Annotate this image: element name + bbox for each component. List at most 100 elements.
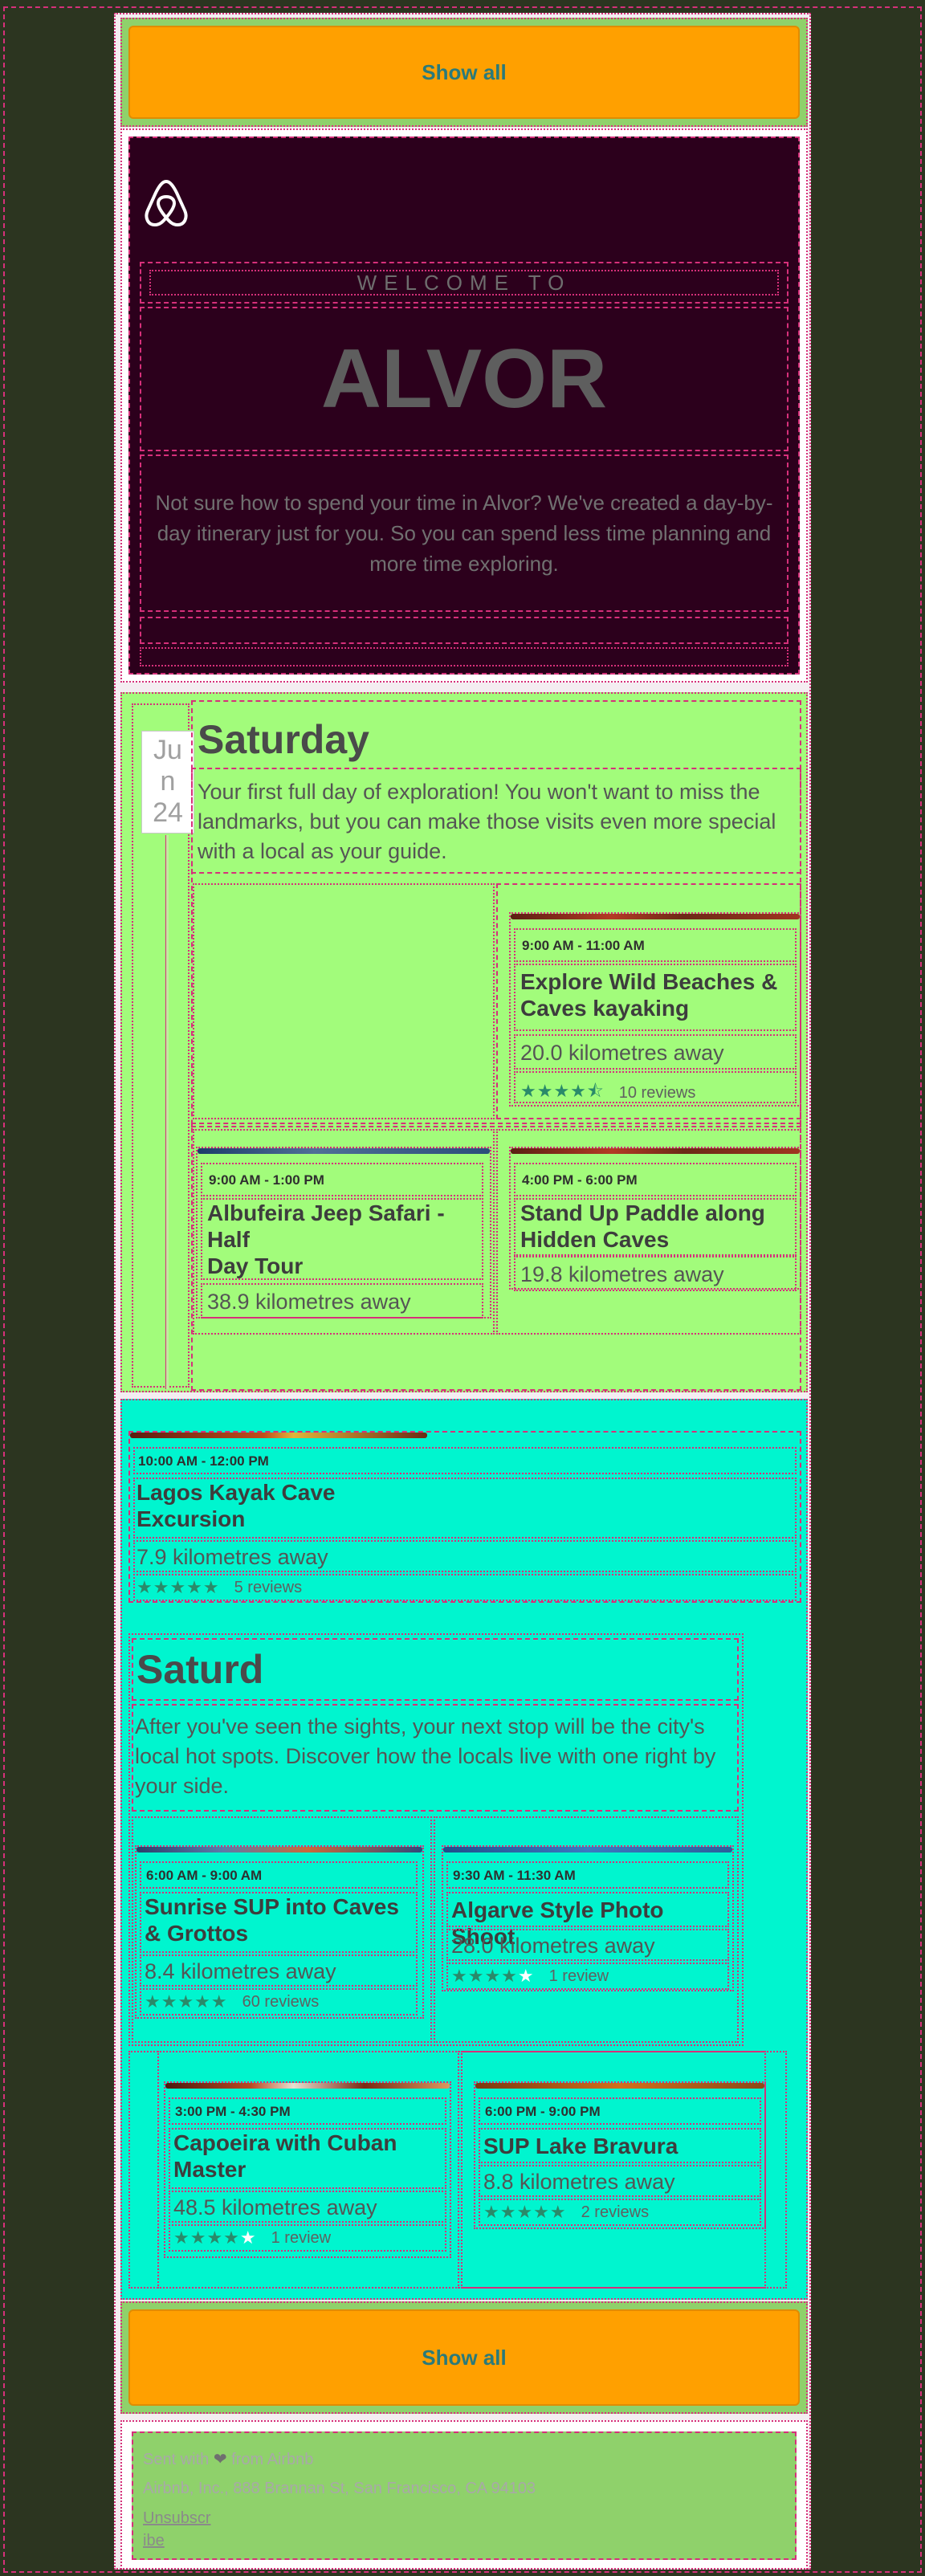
activity-name: Stand Up Paddle along Hidden Caves — [520, 1200, 765, 1252]
day-title: Saturday — [198, 717, 369, 762]
activity-photo — [198, 1148, 490, 1154]
activity-time: 6:00 AM - 9:00 AM — [146, 1868, 263, 1883]
activity-photo — [475, 2083, 764, 2089]
activity-photo — [511, 1148, 800, 1154]
star-rating-icon: ★★★★★ — [173, 2228, 257, 2248]
activity-time: 3:00 PM - 4:30 PM — [175, 2104, 291, 2119]
unsubscribe-line[interactable]: Unsubscr — [143, 2509, 210, 2527]
star-rating-icon: ★★★★★ — [137, 1577, 220, 1597]
activity-rating: ★★★★★ 60 reviews — [145, 1991, 319, 2012]
unsubscribe-link[interactable]: Unsubscr ibe — [143, 2507, 210, 2552]
activity-distance: 8.8 kilometres away — [483, 2170, 675, 2194]
day-description: Your first full day of exploration! You … — [198, 780, 776, 863]
top-button-section: Show all — [120, 18, 808, 127]
activity-card[interactable]: 9:30 AM - 11:30 AM Algarve Style Photo S… — [442, 1845, 734, 1991]
star-rating-icon: ★★★★★ — [145, 1991, 228, 2011]
activity-card[interactable]: 3:00 PM - 4:30 PM Capoeira with Cuban Ma… — [164, 2081, 451, 2258]
activity-name: Sunrise SUP into Caves & Grottos — [145, 1894, 399, 1946]
day-description: After you've seen the sights, your next … — [135, 1714, 716, 1798]
activity-distance: 20.0 kilometres away — [520, 1041, 724, 1065]
date-day: 24 — [153, 797, 183, 828]
hero-spacer — [140, 617, 788, 644]
company-address: Airbnb, Inc., 888 Brannan St, San Franci… — [143, 2480, 536, 2497]
activity-time: 9:00 AM - 11:00 AM — [522, 938, 645, 953]
date-column: Ju n 24 — [132, 703, 194, 1389]
activity-card[interactable]: 9:00 AM - 11:00 AM Explore Wild Beaches … — [509, 912, 801, 1107]
hero-spacer-bottom — [140, 647, 788, 666]
review-count: 1 review — [271, 2228, 332, 2247]
welcome-row: WELCOME TO — [140, 262, 788, 304]
heart-icon: ❤ — [213, 2451, 227, 2468]
activity-distance: 7.9 kilometres away — [137, 1545, 328, 1569]
activity-distance: 48.5 kilometres away — [173, 2195, 377, 2219]
activity-name: Lagos Kayak Cave Excursion — [137, 1479, 538, 1532]
review-count: 5 reviews — [234, 1578, 303, 1596]
bottom-button-section: Show all — [120, 2301, 808, 2414]
activity-name: Explore Wild Beaches & Caves kayaking — [520, 969, 778, 1021]
activity-photo — [443, 1847, 732, 1853]
footer-section: Sent with ❤ from Airbnb Airbnb, Inc., 88… — [120, 2420, 808, 2570]
activity-card[interactable]: 9:00 AM - 1:00 PM Albufeira Jeep Safari … — [196, 1147, 491, 1319]
activity-photo — [511, 914, 800, 919]
day-section-1: Ju n 24 Saturday Your first full day of … — [120, 692, 808, 1392]
activity-rating: ★★★★⯪ 10 reviews — [520, 1078, 695, 1108]
star-rating-icon: ★★★★★ — [451, 1966, 535, 1986]
show-all-button-top[interactable]: Show all — [128, 26, 800, 119]
activity-rating: ★★★★★ 1 review — [451, 1966, 609, 1987]
show-all-label: Show all — [422, 59, 507, 84]
activity-time: 10:00 AM - 12:00 PM — [138, 1453, 269, 1469]
sent-with-text: Sent with — [143, 2451, 210, 2468]
activity-photo — [165, 2083, 450, 2089]
review-count: 10 reviews — [618, 1083, 696, 1102]
activity-rating: ★★★★★ 1 review — [173, 2228, 331, 2248]
activity-card[interactable]: 10:00 AM - 12:00 PM Lagos Kayak Cave Exc… — [128, 1431, 801, 1603]
star-rating-icon: ★★★★★ — [483, 2202, 567, 2222]
review-count: 1 review — [548, 1967, 609, 1985]
intro-text: Not sure how to spend your time in Alvor… — [140, 454, 788, 612]
activity-name: SUP Lake Bravura — [483, 2134, 678, 2158]
activity-time: 6:00 PM - 9:00 PM — [485, 2104, 601, 2119]
star-rating-icon: ★★★★⯪ — [520, 1081, 605, 1101]
activity-name-line: Albufeira Jeep Safari - — [207, 1200, 445, 1225]
activity-name-line: Half — [207, 1227, 250, 1252]
activity-name: Capoeira with Cuban Master — [173, 2130, 397, 2182]
activity-name-line: Day Tour — [207, 1253, 304, 1278]
from-text: from Airbnb — [231, 2451, 314, 2468]
activity-photo — [137, 1847, 422, 1853]
activity-time: 9:00 AM - 1:00 PM — [209, 1172, 324, 1188]
activity-time: 4:00 PM - 6:00 PM — [522, 1172, 638, 1188]
hero-section: WELCOME TO ALVOR Not sure how to spend y… — [120, 128, 808, 683]
destination-title: ALVOR — [140, 307, 788, 451]
activity-name: Albufeira Jeep Safari - Half Day Tour — [207, 1200, 480, 1279]
date-month-part1: Ju — [153, 735, 182, 765]
activity-distance: 19.8 kilometres away — [520, 1262, 724, 1286]
activity-distance: 8.4 kilometres away — [145, 1959, 336, 1983]
activity-rating: ★★★★★ 5 reviews — [137, 1577, 302, 1598]
activity-photo — [130, 1433, 427, 1438]
review-count: 60 reviews — [242, 1992, 320, 2011]
activity-card[interactable]: 4:00 PM - 6:00 PM Stand Up Paddle along … — [509, 1147, 801, 1291]
row-divider — [191, 1123, 801, 1127]
empty-slot — [193, 883, 495, 1119]
day-section-2: 10:00 AM - 12:00 PM Lagos Kayak Cave Exc… — [120, 1399, 808, 2300]
hero-banner: WELCOME TO ALVOR Not sure how to spend y… — [128, 137, 800, 675]
review-count: 2 reviews — [581, 2203, 650, 2221]
activity-rating: ★★★★★ 2 reviews — [483, 2202, 649, 2223]
footer: Sent with ❤ from Airbnb Airbnb, Inc., 88… — [132, 2431, 797, 2560]
airbnb-logo-icon — [145, 179, 188, 227]
activity-name-line: Lagos Kayak Cave — [137, 1480, 336, 1505]
activity-card[interactable]: 6:00 PM - 9:00 PM SUP Lake Bravura 8.8 k… — [474, 2081, 766, 2229]
date-month-part2: n — [160, 766, 176, 797]
activity-name-line: Excursion — [137, 1506, 246, 1531]
timeline-line — [165, 835, 169, 1389]
welcome-text: WELCOME TO — [149, 270, 779, 296]
activity-distance: 28.0 kilometres away — [451, 1934, 655, 1958]
activity-time: 9:30 AM - 11:30 AM — [453, 1868, 576, 1883]
activity-card[interactable]: 6:00 AM - 9:00 AM Sunrise SUP into Caves… — [135, 1845, 424, 2019]
unsubscribe-line[interactable]: ibe — [143, 2532, 165, 2550]
show-all-button-bottom[interactable]: Show all — [128, 2309, 800, 2406]
show-all-label: Show all — [422, 2345, 507, 2370]
date-badge: Ju n 24 — [141, 731, 194, 834]
sent-with-line: Sent with ❤ from Airbnb — [143, 2449, 313, 2469]
activity-distance: 38.9 kilometres away — [207, 1290, 411, 1314]
